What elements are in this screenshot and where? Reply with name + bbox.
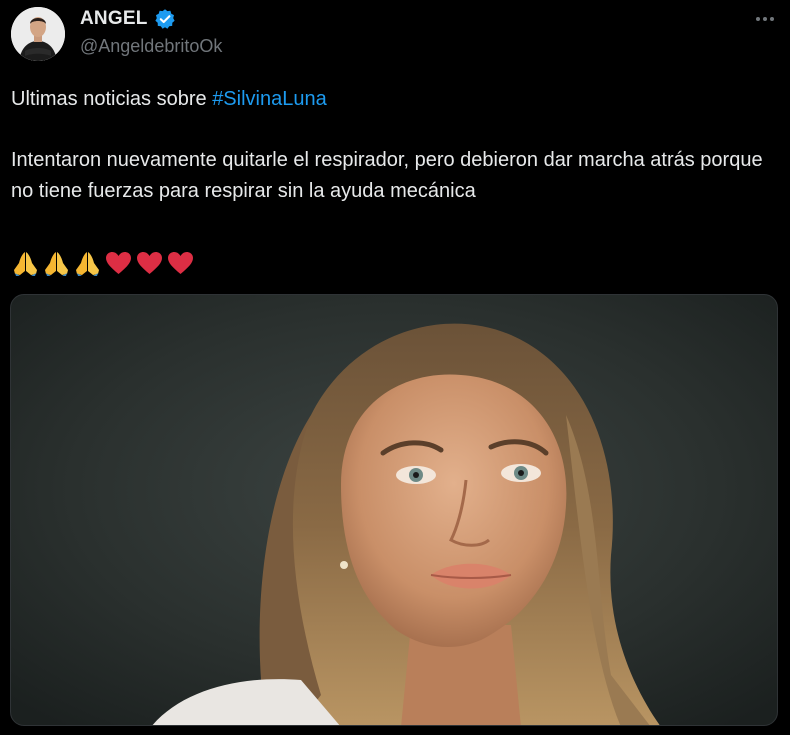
hashtag-link[interactable]: #SilvinaLuna [212, 88, 327, 110]
more-options-dot [763, 17, 767, 21]
author-avatar[interactable] [11, 7, 65, 61]
folded-hands-icon [73, 249, 102, 277]
portrait-image [11, 295, 777, 725]
author-name[interactable]: ANGEL [80, 8, 148, 30]
tweet-text-prefix: Ultimas noticias sobre [11, 88, 213, 110]
tweet-media-photo[interactable] [10, 294, 778, 726]
red-heart-icon [135, 249, 164, 277]
tweet-text-line: Ultimas noticias sobre #SilvinaLuna [11, 84, 781, 115]
more-options-button[interactable] [752, 8, 778, 30]
red-heart-icon [104, 249, 133, 277]
author-name-row[interactable]: ANGEL [80, 8, 176, 30]
red-heart-icon [166, 249, 195, 277]
emoji-row [11, 249, 195, 277]
folded-hands-icon [11, 249, 40, 277]
folded-hands-icon [42, 249, 71, 277]
tweet-text-paragraph: Intentaron nuevamente quitarle el respir… [11, 149, 763, 202]
tweet-card[interactable]: ANGEL @AngeldebritoOk Ultimas noticias s… [0, 0, 790, 735]
author-handle[interactable]: @AngeldebritoOk [80, 36, 222, 57]
more-options-icon [756, 17, 760, 21]
verified-badge-icon [154, 8, 176, 30]
avatar-image [11, 7, 65, 61]
more-options-dot [770, 17, 774, 21]
